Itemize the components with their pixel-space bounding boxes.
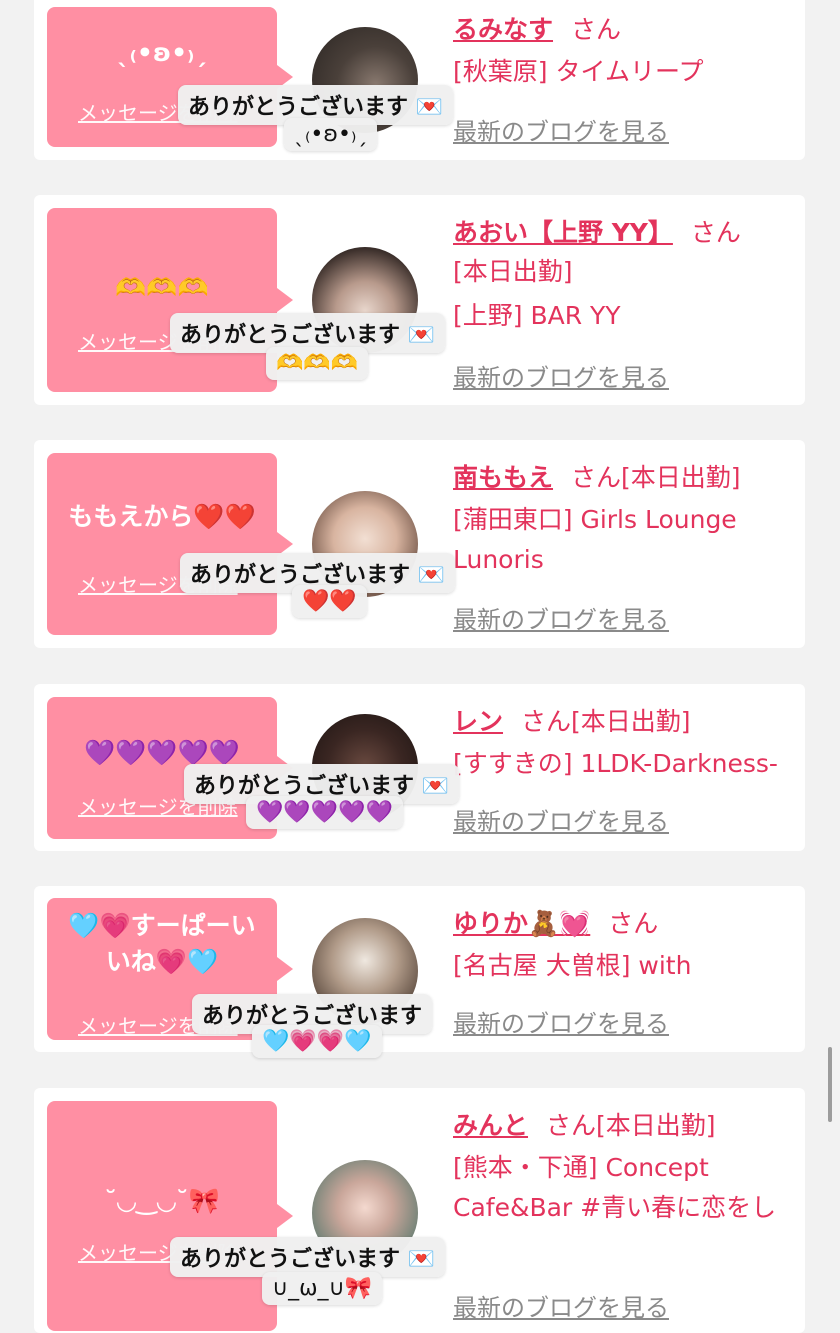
toast-text: ありがとうございます 💌 — [180, 323, 436, 348]
today-badge: [本日出勤] — [596, 1111, 716, 1140]
cast-name-link[interactable]: るみなす — [453, 15, 553, 44]
message-card: ももえから❤️❤️ メッセージを削除 南ももえ さん[本日出勤] [蒲田東口] G… — [34, 440, 805, 648]
latest-blog-link[interactable]: 最新のブログを見る — [453, 802, 669, 837]
message-card: 🫶🫶🫶 メッセージを削除 あおい【上野 YY】 さん [本日出勤] [上野] BA… — [34, 195, 805, 405]
message-text: ˎ₍•ʚ•₎ˏ — [117, 38, 207, 67]
cast-name-link[interactable]: みんと — [453, 1111, 528, 1140]
name-line: レン さん[本日出勤] — [453, 702, 691, 738]
toast-text: ありがとうございます 💌 — [188, 95, 444, 120]
message-bubble: ˘◡‿◡˘🎀 メッセージを削除 — [47, 1101, 293, 1331]
toast-text: ありがとうございます 💌 — [180, 1247, 436, 1272]
shop-info: [蒲田東口] Girls Lounge Lunoris — [453, 505, 737, 574]
latest-blog-link[interactable]: 最新のブログを見る — [453, 1004, 669, 1039]
honorific: さん — [571, 15, 622, 44]
shop-info: [上野] BAR YY — [453, 301, 621, 330]
message-bubble: ももえから❤️❤️ メッセージを削除 — [47, 453, 293, 635]
honorific: さん — [690, 218, 741, 247]
today-badge: [本日出勤] — [571, 707, 691, 736]
toast-reply: ˎ₍•ʚ•₎ˏ — [284, 118, 378, 151]
cast-name-link[interactable]: レン — [453, 707, 503, 736]
shop-info: [すすきの] 1LDK-Darkness- — [453, 749, 778, 778]
message-text: 🩵💗すーぱーいいね💗🩵 — [68, 911, 256, 976]
cast-name-link[interactable]: あおい【上野 YY】 — [453, 218, 673, 247]
name-line: あおい【上野 YY】 さん — [453, 213, 741, 249]
honorific: さん — [521, 707, 572, 736]
toast-reply: 🫶🫶🫶 — [266, 347, 369, 380]
latest-blog-link[interactable]: 最新のブログを見る — [453, 112, 669, 147]
name-line: みんと さん[本日出勤] — [453, 1106, 716, 1142]
message-bubble: ˎ₍•ʚ•₎ˏ メッセージを削除 — [47, 7, 293, 147]
toast-reply: 🩵💗💗🩵 — [252, 1025, 382, 1058]
today-badge: [本日出勤] — [453, 257, 573, 286]
name-line: 南ももえ さん[本日出勤] — [453, 458, 741, 494]
toast-reply: ∪_ω_∪🎀 — [262, 1272, 383, 1305]
name-line: ゆりか🧸💓 さん — [453, 904, 658, 940]
shop-info: [熊本・下通] Concept Cafe&Bar #青い春に恋をし — [453, 1153, 777, 1222]
scrollbar[interactable] — [828, 1047, 832, 1122]
message-bubble: 🫶🫶🫶 メッセージを削除 — [47, 208, 293, 392]
message-card: ˘◡‿◡˘🎀 メッセージを削除 みんと さん[本日出勤] [熊本・下通] Conc… — [34, 1088, 805, 1333]
shop-info: [名古屋 大曽根] with — [453, 951, 692, 980]
today-badge: [本日出勤] — [621, 463, 741, 492]
shop-info: [秋葉原] タイムリープ — [453, 57, 704, 86]
honorific: さん — [546, 1111, 597, 1140]
latest-blog-link[interactable]: 最新のブログを見る — [453, 1288, 669, 1323]
message-text: ˘◡‿◡˘🎀 — [104, 1186, 220, 1215]
message-text: 🫶🫶🫶 — [115, 273, 209, 302]
name-line: るみなす さん — [453, 10, 621, 46]
thanks-toast: ありがとうございます 💌 — [170, 1237, 446, 1277]
cast-name-link[interactable]: ゆりか🧸💓 — [453, 909, 590, 938]
latest-blog-link[interactable]: 最新のブログを見る — [453, 600, 669, 635]
cast-name-link[interactable]: 南ももえ — [453, 463, 553, 492]
toast-reply: ❤️❤️ — [292, 585, 367, 618]
message-text: ももえから❤️❤️ — [68, 502, 256, 531]
latest-blog-link[interactable]: 最新のブログを見る — [453, 358, 669, 393]
message-card: ˎ₍•ʚ•₎ˏ メッセージを削除 るみなす さん [秋葉原] タイムリープ 最新の… — [34, 0, 805, 160]
honorific: さん — [571, 463, 622, 492]
honorific: さん — [608, 909, 659, 938]
toast-reply: 💜💜💜💜💜 — [246, 796, 403, 829]
